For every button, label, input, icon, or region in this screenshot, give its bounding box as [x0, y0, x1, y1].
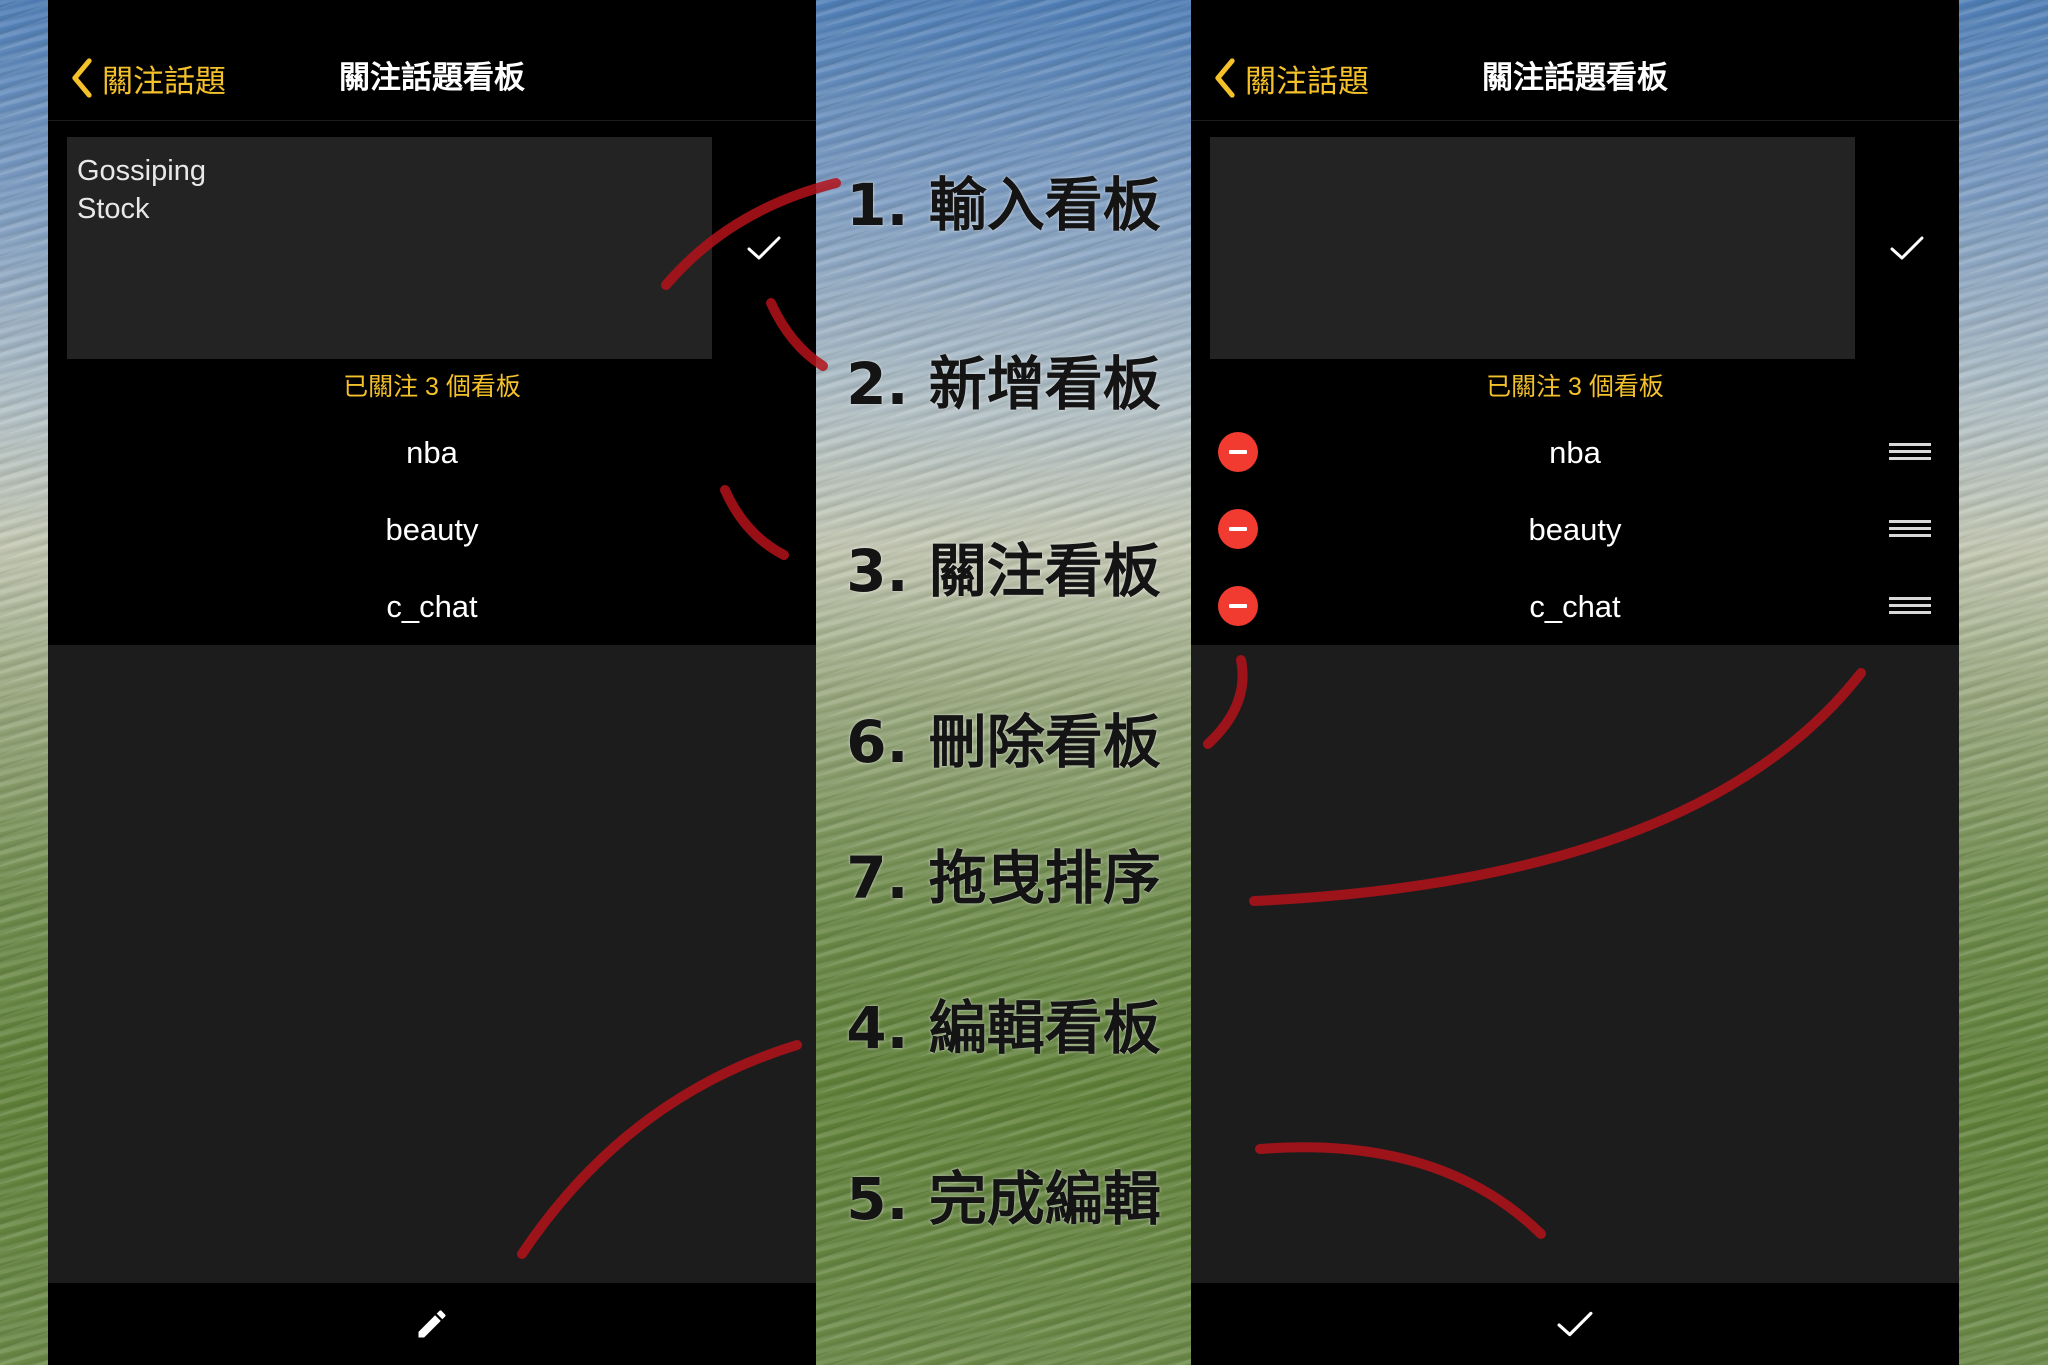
- step-label: 6. 刪除看板: [846, 708, 1161, 776]
- checkmark-icon: [1557, 1311, 1593, 1337]
- drag-handle-icon[interactable]: [1889, 520, 1931, 538]
- step-label: 2. 新增看板: [846, 350, 1161, 418]
- minus-circle-icon[interactable]: [1218, 432, 1258, 472]
- list-item[interactable]: nba: [1191, 414, 1959, 491]
- page-title: 關注話題看板: [339, 60, 525, 95]
- checkmark-icon: [1890, 236, 1924, 260]
- minus-circle-icon[interactable]: [1218, 509, 1258, 549]
- followed-count: 已關注 3 個看板: [1486, 373, 1664, 401]
- pencil-icon: [418, 1310, 446, 1338]
- bottom-toolbar: [48, 1283, 816, 1365]
- board-list: nba beauty c_chat: [48, 414, 816, 645]
- empty-area: [48, 645, 816, 1283]
- step-label: 1. 輸入看板: [846, 171, 1161, 239]
- drag-handle-icon[interactable]: [1889, 443, 1931, 461]
- board-label: nba: [406, 434, 458, 470]
- checkmark-icon: [747, 236, 781, 260]
- add-board-button[interactable]: [1881, 222, 1933, 274]
- done-button[interactable]: [1550, 1299, 1600, 1349]
- list-item[interactable]: nba: [48, 414, 816, 491]
- list-item[interactable]: beauty: [48, 491, 816, 568]
- board-label: nba: [1549, 434, 1601, 470]
- nav-bar: 關注話題 關注話題看板: [1191, 0, 1959, 121]
- drag-handle-icon[interactable]: [1889, 597, 1931, 615]
- board-list: nba beauty c_chat: [1191, 414, 1959, 645]
- right-screen: 關注話題 關注話題看板 已關注 3 個看板 nba beauty c_chat: [1191, 0, 1959, 1365]
- page-title: 關注話題看板: [1482, 60, 1668, 95]
- list-item[interactable]: c_chat: [1191, 568, 1959, 645]
- empty-area: [1191, 645, 1959, 1283]
- step-label: 3. 關注看板: [846, 537, 1161, 605]
- minus-circle-icon[interactable]: [1218, 586, 1258, 626]
- step-label: 4. 編輯看板: [846, 994, 1161, 1062]
- step-label: 7. 拖曳排序: [846, 844, 1161, 912]
- board-label: c_chat: [1529, 588, 1621, 624]
- step-label: 5. 完成編輯: [846, 1165, 1161, 1233]
- board-label: beauty: [385, 511, 479, 547]
- board-input[interactable]: Gossiping Stock: [67, 137, 712, 359]
- add-board-button[interactable]: [738, 222, 790, 274]
- list-item[interactable]: c_chat: [48, 568, 816, 645]
- board-input[interactable]: [1210, 137, 1855, 359]
- bottom-toolbar: [1191, 1283, 1959, 1365]
- left-screen: 關注話題 關注話題看板 Gossiping Stock 已關注 3 個看板 nb…: [48, 0, 816, 1365]
- nav-bar: 關注話題 關注話題看板: [48, 0, 816, 121]
- followed-count: 已關注 3 個看板: [343, 373, 521, 401]
- board-label: beauty: [1528, 511, 1622, 547]
- board-label: c_chat: [386, 588, 478, 624]
- edit-button[interactable]: [407, 1299, 457, 1349]
- list-item[interactable]: beauty: [1191, 491, 1959, 568]
- step-labels: 1. 輸入看板 2. 新增看板 3. 關注看板 6. 刪除看板 7. 拖曳排序 …: [816, 0, 1191, 1365]
